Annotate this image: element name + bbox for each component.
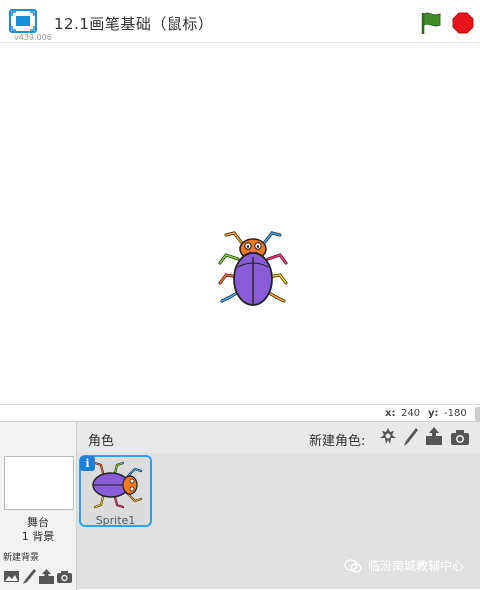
stop-sign-icon[interactable] <box>452 12 474 34</box>
camera-icon[interactable] <box>56 568 73 585</box>
upload-icon[interactable] <box>38 568 55 585</box>
sprite-tile[interactable]: i Sprite1 <box>79 455 152 527</box>
sprite-thumbnail <box>92 461 143 509</box>
fullscreen-icon[interactable] <box>9 9 37 33</box>
watermark-text: 临汾南城教辅中心 <box>368 559 465 573</box>
y-value: -180 <box>444 408 467 419</box>
project-title[interactable]: 12.1画笔基础（鼠标） <box>54 13 213 34</box>
paint-brush-icon[interactable] <box>401 426 421 448</box>
camera-icon[interactable] <box>450 426 470 448</box>
sprite-info-button[interactable]: i <box>80 456 95 471</box>
stage-pane: 舞台 1 背景 新建背景 <box>0 421 77 590</box>
paint-brush-icon[interactable] <box>21 568 38 585</box>
upload-icon[interactable] <box>424 426 444 448</box>
sprite-name: Sprite1 <box>95 514 136 527</box>
x-value: 240 <box>401 408 421 419</box>
y-label: y: <box>428 408 439 419</box>
mouse-coordinates: x: 240 y: -180 <box>0 404 480 422</box>
new-backdrop-label: 新建背景 <box>3 553 40 563</box>
sprite-library-icon[interactable] <box>378 426 398 448</box>
stage-resize-handle[interactable] <box>475 407 480 421</box>
backdrop-library-icon[interactable] <box>3 568 20 585</box>
x-label: x: <box>385 408 396 419</box>
backdrop-count: 1 背景 <box>21 530 55 543</box>
title-bar: 12.1画笔基础（鼠标） v439.006 <box>0 0 480 42</box>
green-flag-icon[interactable] <box>420 11 442 35</box>
sprites-label: 角色 <box>88 434 115 449</box>
version-label: v439.006 <box>14 33 52 42</box>
stage-thumbnail[interactable] <box>4 456 74 510</box>
beetle-sprite[interactable] <box>212 221 294 311</box>
new-sprite-label: 新建角色: <box>309 434 366 449</box>
stage[interactable] <box>0 42 480 405</box>
wechat-icon <box>344 559 362 573</box>
